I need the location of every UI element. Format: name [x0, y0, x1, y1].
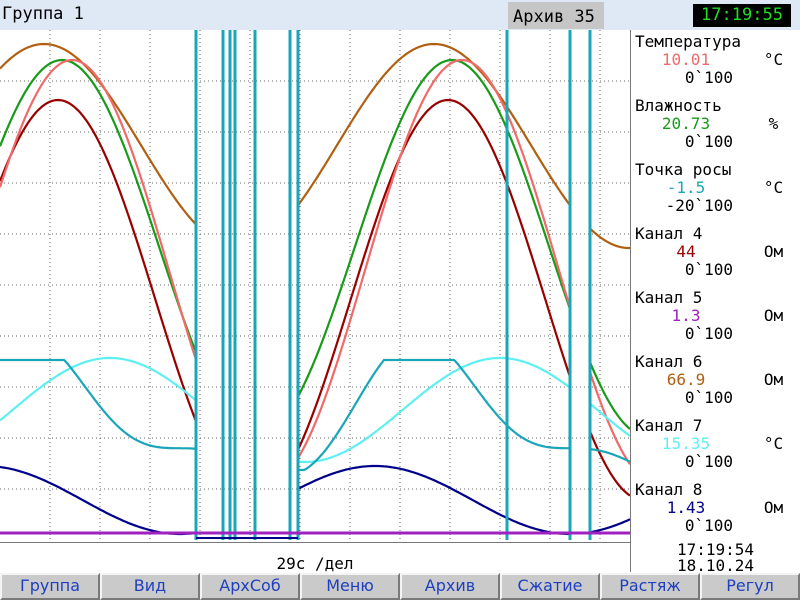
menu-button-menu[interactable]: Меню — [300, 573, 400, 600]
plot-bottom-rule — [0, 542, 630, 543]
channel-2[interactable]: Влажность 20.73 % 0`100 — [631, 94, 800, 158]
channel-unit: Ом — [763, 242, 784, 261]
channel-5[interactable]: Канал 5 1.3 Ом 0`100 — [631, 286, 800, 350]
channel-unit: Ом — [763, 370, 784, 389]
channel-range: 0`100 — [684, 324, 733, 343]
channel-name: Канал 7 — [635, 416, 703, 435]
channel-4[interactable]: Канал 4 44 Ом 0`100 — [631, 222, 800, 286]
trace-line — [0, 58, 198, 361]
trace-line — [589, 402, 630, 437]
channel-unit: °C — [763, 434, 784, 453]
trend-plot[interactable] — [0, 30, 630, 540]
channel-range: 0`100 — [684, 452, 733, 471]
channel-unit: % — [768, 114, 779, 133]
channel-1[interactable]: Температура 10.01 °C 0`100 — [631, 30, 800, 94]
channel-value: 66.9 — [666, 370, 706, 389]
menu-button-view[interactable]: Вид — [100, 573, 200, 600]
channel-unit: °C — [763, 178, 784, 197]
trace-line — [297, 356, 571, 464]
time-scale-label: 29с /дел — [276, 554, 354, 573]
trace-line — [297, 58, 572, 398]
channel-range: 0`100 — [684, 388, 733, 407]
channel-value: 1.3 — [671, 306, 701, 325]
trace-line — [588, 430, 630, 497]
trace-line — [0, 58, 198, 353]
trace-line — [0, 465, 197, 536]
channel-value: 44 — [676, 242, 696, 261]
channel-value: 1.43 — [666, 498, 706, 517]
clock-display: 17:19:55 — [693, 4, 791, 27]
softkey-menu: Группа Вид АрхСоб Меню Архив Сжатие Раст… — [0, 573, 800, 600]
channel-unit: Ом — [763, 306, 784, 325]
channel-value: -1.5 — [666, 178, 706, 197]
channel-name: Канал 5 — [635, 288, 703, 307]
channel-name: Температура — [635, 32, 741, 51]
channel-unit: Ом — [763, 498, 784, 517]
trace-line — [589, 227, 630, 250]
channel-panel: Температура 10.01 °C 0`100 Влажность 20.… — [631, 30, 800, 542]
channel-range: 0`100 — [684, 132, 733, 151]
channel-name: Канал 4 — [635, 224, 703, 243]
menu-button-group[interactable]: Группа — [0, 573, 100, 600]
channel-8[interactable]: Канал 8 1.43 Ом 0`100 — [631, 478, 800, 542]
channel-value: 10.01 — [661, 50, 711, 69]
channel-6[interactable]: Канал 6 66.9 Ом 0`100 — [631, 350, 800, 414]
menu-button-stretch[interactable]: Растяж — [600, 573, 700, 600]
menu-button-archive[interactable]: Архив — [400, 573, 500, 600]
channel-value: 15.35 — [661, 434, 711, 453]
trace-line — [589, 518, 630, 534]
trace-line — [588, 361, 630, 430]
archive-badge: Архив 35 — [508, 2, 604, 29]
trace-line — [0, 42, 197, 226]
trace-line — [297, 464, 570, 536]
menu-button-regulation[interactable]: Регул — [700, 573, 800, 600]
trend-plot-svg — [0, 30, 630, 540]
channel-name: Точка росы — [635, 160, 732, 179]
channel-name: Влажность — [635, 96, 722, 115]
channel-range: 0`100 — [684, 68, 733, 87]
trace-line — [297, 98, 572, 451]
channel-name: Канал 8 — [635, 480, 703, 499]
trace-line — [297, 58, 572, 459]
channel-range: 0`100 — [684, 260, 733, 279]
channel-name: Канал 6 — [635, 352, 703, 371]
menu-button-compress[interactable]: Сжатие — [500, 573, 600, 600]
channel-value: 20.73 — [661, 114, 711, 133]
trace-line — [0, 356, 197, 422]
top-status-bar: Группа 1 Архив 35 17:19:55 — [0, 0, 800, 30]
channel-range: -20`100 — [665, 196, 733, 215]
group-title: Группа 1 — [2, 4, 84, 24]
channel-3[interactable]: Точка росы -1.5 °C -20`100 — [631, 158, 800, 222]
trace-line — [0, 358, 197, 450]
channel-range: 0`100 — [684, 516, 733, 535]
menu-button-event-archive[interactable]: АрхСоб — [200, 573, 300, 600]
channel-7[interactable]: Канал 7 15.35 °C 0`100 — [631, 414, 800, 478]
channel-unit: °C — [763, 50, 784, 69]
